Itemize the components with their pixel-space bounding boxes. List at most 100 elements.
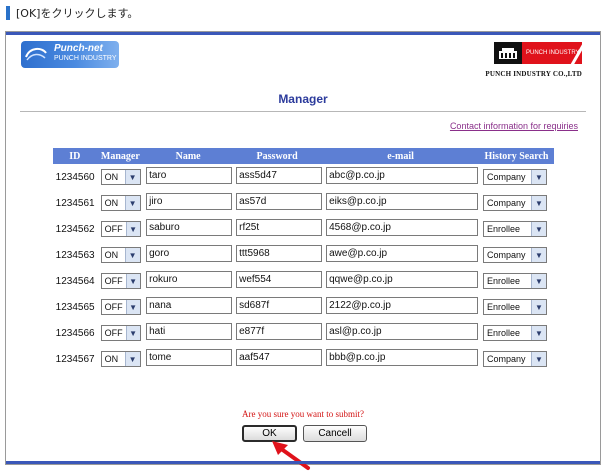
password-input[interactable]: as57d bbox=[236, 193, 323, 210]
manager-select[interactable]: ON ▼ bbox=[100, 351, 141, 367]
name-cell: saburo bbox=[144, 216, 233, 242]
table-row: 1234560 ON ▼ taro ass5d47 abc@p.co.jp Company ▼ bbox=[53, 164, 554, 190]
history-select[interactable]: Enrollee ▼ bbox=[482, 325, 547, 341]
table-row: 1234566 OFF ▼ hati e877f asl@p.co.jp Enrollee ▼ bbox=[53, 320, 554, 346]
arrow-pointer-icon bbox=[272, 441, 310, 470]
password-input[interactable]: rf25t bbox=[236, 219, 323, 236]
chevron-down-icon[interactable]: ▼ bbox=[530, 222, 546, 236]
manager-value: ON bbox=[104, 172, 119, 182]
email-cell: qqwe@p.co.jp bbox=[322, 268, 479, 294]
password-input[interactable]: e877f bbox=[236, 323, 323, 340]
history-cell: Company ▼ bbox=[479, 346, 554, 372]
manager-cell: OFF ▼ bbox=[97, 268, 145, 294]
chevron-down-icon[interactable]: ▼ bbox=[530, 274, 546, 288]
chevron-down-icon[interactable]: ▼ bbox=[125, 222, 140, 236]
name-cell: hati bbox=[144, 320, 233, 346]
chevron-down-icon[interactable]: ▼ bbox=[125, 274, 140, 288]
manager-value: ON bbox=[104, 198, 119, 208]
history-select[interactable]: Company ▼ bbox=[482, 195, 547, 211]
history-cell: Company ▼ bbox=[479, 190, 554, 216]
email-input[interactable]: 4568@p.co.jp bbox=[326, 219, 479, 236]
history-value: Company bbox=[486, 198, 526, 208]
col-header-id: ID bbox=[53, 148, 97, 164]
password-cell: ass5d47 bbox=[232, 164, 323, 190]
history-select[interactable]: Company ▼ bbox=[482, 247, 547, 263]
history-select[interactable]: Enrollee ▼ bbox=[482, 299, 547, 315]
password-input[interactable]: wef554 bbox=[236, 271, 323, 288]
password-input[interactable]: sd687f bbox=[236, 297, 323, 314]
password-cell: ttt5968 bbox=[232, 242, 323, 268]
history-value: Enrollee bbox=[486, 224, 521, 234]
password-input[interactable]: aaf547 bbox=[236, 349, 323, 366]
email-input[interactable]: bbb@p.co.jp bbox=[326, 349, 479, 366]
name-input[interactable]: rokuro bbox=[146, 271, 233, 288]
manager-select[interactable]: OFF ▼ bbox=[100, 273, 141, 289]
manager-cell: ON ▼ bbox=[97, 242, 145, 268]
chevron-down-icon[interactable]: ▼ bbox=[125, 326, 140, 340]
name-input[interactable]: goro bbox=[146, 245, 233, 262]
history-select[interactable]: Enrollee ▼ bbox=[482, 273, 547, 289]
history-select[interactable]: Enrollee ▼ bbox=[482, 221, 547, 237]
password-cell: wef554 bbox=[232, 268, 323, 294]
chevron-down-icon[interactable]: ▼ bbox=[124, 170, 140, 184]
manager-value: OFF bbox=[104, 302, 123, 312]
password-input[interactable]: ass5d47 bbox=[236, 167, 323, 184]
email-input[interactable]: abc@p.co.jp bbox=[326, 167, 479, 184]
name-input[interactable]: jiro bbox=[146, 193, 233, 210]
history-select[interactable]: Company ▼ bbox=[482, 351, 547, 367]
email-input[interactable]: eiks@p.co.jp bbox=[326, 193, 479, 210]
row-id: 1234563 bbox=[55, 249, 95, 261]
title-divider bbox=[20, 111, 586, 112]
manager-cell: ON ▼ bbox=[97, 190, 145, 216]
instruction-bar: [OK]をクリックします。 bbox=[6, 5, 138, 21]
email-cell: abc@p.co.jp bbox=[322, 164, 479, 190]
chevron-down-icon[interactable]: ▼ bbox=[530, 196, 546, 210]
manager-select[interactable]: OFF ▼ bbox=[100, 299, 141, 315]
email-input[interactable]: awe@p.co.jp bbox=[326, 245, 479, 262]
logo-sub: PUNCH INDUSTRY bbox=[54, 55, 117, 62]
history-cell: Company ▼ bbox=[479, 242, 554, 268]
manager-select[interactable]: OFF ▼ bbox=[100, 221, 141, 237]
manager-select[interactable]: ON ▼ bbox=[100, 169, 141, 185]
password-cell: as57d bbox=[232, 190, 323, 216]
name-cell: tome bbox=[144, 346, 233, 372]
password-input[interactable]: ttt5968 bbox=[236, 245, 323, 262]
history-cell: Enrollee ▼ bbox=[479, 268, 554, 294]
chevron-down-icon[interactable]: ▼ bbox=[530, 352, 546, 366]
chevron-down-icon[interactable]: ▼ bbox=[124, 352, 140, 366]
chevron-down-icon[interactable]: ▼ bbox=[530, 170, 546, 184]
col-header-name: Name bbox=[144, 148, 233, 164]
cancel-button[interactable]: Cancell bbox=[303, 425, 367, 442]
chevron-down-icon[interactable]: ▼ bbox=[124, 248, 140, 262]
email-input[interactable]: 2122@p.co.jp bbox=[326, 297, 479, 314]
name-input[interactable]: saburo bbox=[146, 219, 233, 236]
brand-badge: PUNCH INDUSTRY bbox=[522, 41, 587, 66]
manager-select[interactable]: ON ▼ bbox=[100, 247, 141, 263]
email-input[interactable]: asl@p.co.jp bbox=[326, 323, 479, 340]
name-input[interactable]: hati bbox=[146, 323, 233, 340]
name-input[interactable]: nana bbox=[146, 297, 233, 314]
name-input[interactable]: taro bbox=[146, 167, 233, 184]
email-cell: eiks@p.co.jp bbox=[322, 190, 479, 216]
history-value: Enrollee bbox=[486, 276, 521, 286]
manager-select[interactable]: ON ▼ bbox=[100, 195, 141, 211]
chevron-down-icon[interactable]: ▼ bbox=[530, 300, 546, 314]
manager-select[interactable]: OFF ▼ bbox=[100, 325, 141, 341]
contact-link[interactable]: Contact information for requiries bbox=[450, 121, 578, 131]
chevron-down-icon[interactable]: ▼ bbox=[530, 326, 546, 340]
chevron-down-icon[interactable]: ▼ bbox=[530, 248, 546, 262]
chevron-down-icon[interactable]: ▼ bbox=[124, 196, 140, 210]
manager-table-wrap: ID Manager Name Password e-mail History … bbox=[53, 148, 554, 372]
logo-name: Punch-net bbox=[54, 43, 103, 54]
name-cell: rokuro bbox=[144, 268, 233, 294]
email-input[interactable]: qqwe@p.co.jp bbox=[326, 271, 479, 288]
punch-industry-logo: PUNCH INDUSTRY bbox=[494, 41, 587, 66]
col-header-manager: Manager bbox=[96, 148, 145, 164]
name-cell: taro bbox=[144, 164, 233, 190]
swirl-logo-icon bbox=[25, 47, 47, 61]
manager-cell: OFF ▼ bbox=[97, 294, 145, 320]
row-id: 1234561 bbox=[55, 197, 95, 209]
chevron-down-icon[interactable]: ▼ bbox=[125, 300, 140, 314]
name-input[interactable]: tome bbox=[146, 349, 233, 366]
history-select[interactable]: Company ▼ bbox=[482, 169, 547, 185]
